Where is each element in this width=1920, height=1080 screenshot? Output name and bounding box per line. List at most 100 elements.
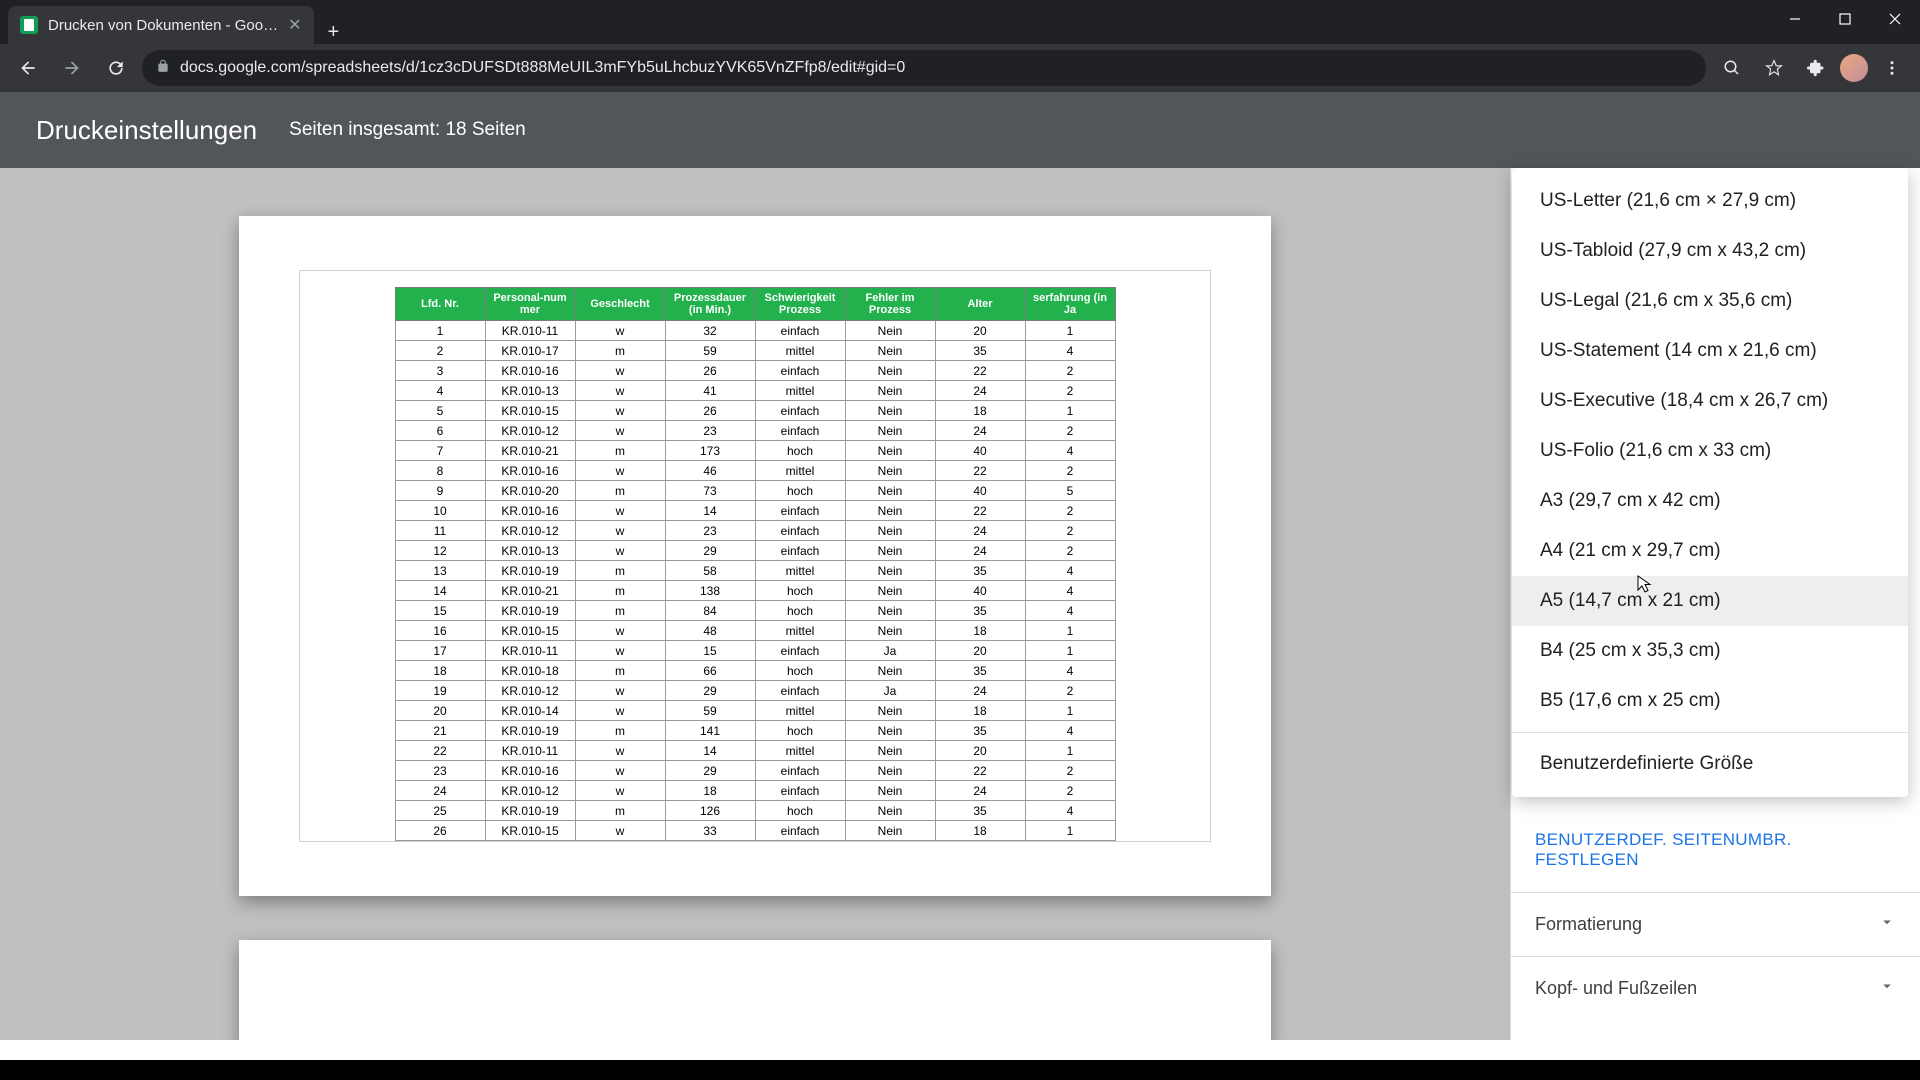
- table-cell: 29: [665, 541, 755, 561]
- table-cell: 24: [935, 381, 1025, 401]
- formatting-section[interactable]: Formatierung: [1511, 892, 1920, 956]
- table-cell: Nein: [845, 561, 935, 581]
- table-cell: KR.010-19: [485, 801, 575, 821]
- table-cell: 2: [1025, 781, 1115, 801]
- table-cell: 24: [395, 781, 485, 801]
- table-cell: Nein: [845, 661, 935, 681]
- table-cell: 19: [395, 681, 485, 701]
- table-cell: KR.010-18: [485, 661, 575, 681]
- table-cell: Nein: [845, 461, 935, 481]
- paper-size-option[interactable]: US-Folio (21,6 cm x 33 cm): [1512, 426, 1908, 476]
- table-cell: 1: [395, 321, 485, 341]
- table-cell: Ja: [845, 681, 935, 701]
- paper-size-option[interactable]: B4 (25 cm x 35,3 cm): [1512, 626, 1908, 676]
- table-cell: Nein: [845, 721, 935, 741]
- table-cell: 7: [395, 441, 485, 461]
- paper-size-option[interactable]: US-Tabloid (27,9 cm x 43,2 cm): [1512, 226, 1908, 276]
- custom-size-option[interactable]: Benutzerdefinierte Größe: [1512, 739, 1908, 789]
- table-cell: 73: [665, 481, 755, 501]
- table-cell: hoch: [755, 441, 845, 461]
- table-cell: 46: [665, 461, 755, 481]
- browser-tab[interactable]: Drucken von Dokumenten - Goo… ✕: [8, 6, 314, 44]
- print-preview-area: Lfd. Nr.Personal-num merGeschlechtProzes…: [0, 168, 1510, 1040]
- table-cell: 126: [665, 801, 755, 821]
- table-cell: 33: [665, 821, 755, 841]
- table-cell: 4: [1025, 581, 1115, 601]
- header-footer-section[interactable]: Kopf- und Fußzeilen: [1511, 956, 1920, 1020]
- window-minimize-button[interactable]: [1770, 0, 1820, 38]
- profile-avatar[interactable]: [1840, 54, 1868, 82]
- table-cell: 16: [395, 621, 485, 641]
- table-cell: w: [575, 401, 665, 421]
- table-cell: Nein: [845, 701, 935, 721]
- table-cell: KR.010-21: [485, 581, 575, 601]
- table-cell: 24: [935, 541, 1025, 561]
- new-tab-button[interactable]: +: [314, 21, 354, 44]
- paper-size-option[interactable]: US-Letter (21,6 cm × 27,9 cm): [1512, 176, 1908, 226]
- paper-size-option[interactable]: A5 (14,7 cm x 21 cm): [1512, 576, 1908, 626]
- tab-close-icon[interactable]: ✕: [288, 15, 301, 35]
- table-cell: KR.010-12: [485, 421, 575, 441]
- table-row: 13KR.010-19m58mittelNein354: [395, 561, 1115, 581]
- bookmark-icon[interactable]: [1756, 50, 1792, 86]
- table-cell: Nein: [845, 741, 935, 761]
- table-cell: 32: [665, 321, 755, 341]
- paper-size-option[interactable]: A4 (21 cm x 29,7 cm): [1512, 526, 1908, 576]
- print-settings-header: Druckeinstellungen Seiten insgesamt: 18 …: [0, 92, 1920, 168]
- paper-size-dropdown: US-Letter (21,6 cm × 27,9 cm)US-Tabloid …: [1512, 168, 1908, 797]
- table-cell: KR.010-15: [485, 621, 575, 641]
- table-cell: w: [575, 421, 665, 441]
- table-cell: 4: [1025, 721, 1115, 741]
- paper-size-option[interactable]: A3 (29,7 cm x 42 cm): [1512, 476, 1908, 526]
- page-title: Druckeinstellungen: [36, 115, 257, 146]
- table-cell: 20: [395, 701, 485, 721]
- table-cell: 1: [1025, 741, 1115, 761]
- table-cell: 20: [935, 641, 1025, 661]
- table-cell: 11: [395, 521, 485, 541]
- nav-forward-button[interactable]: [54, 50, 90, 86]
- table-row: 25KR.010-19m126hochNein354: [395, 801, 1115, 821]
- table-cell: KR.010-19: [485, 721, 575, 741]
- table-cell: KR.010-15: [485, 821, 575, 841]
- table-cell: 15: [395, 601, 485, 621]
- table-cell: 10: [395, 501, 485, 521]
- dropdown-divider: [1512, 732, 1908, 733]
- paper-size-option[interactable]: US-Executive (18,4 cm x 26,7 cm): [1512, 376, 1908, 426]
- paper-size-option[interactable]: B5 (17,6 cm x 25 cm): [1512, 676, 1908, 726]
- zoom-icon[interactable]: [1714, 50, 1750, 86]
- window-close-button[interactable]: [1870, 0, 1920, 38]
- table-cell: KR.010-13: [485, 381, 575, 401]
- paper-size-option[interactable]: US-Legal (21,6 cm x 35,6 cm): [1512, 276, 1908, 326]
- table-cell: Nein: [845, 601, 935, 621]
- table-header: serfahrung (in Ja: [1025, 288, 1115, 321]
- table-cell: Nein: [845, 341, 935, 361]
- table-cell: 3: [395, 361, 485, 381]
- paper-size-option[interactable]: US-Statement (14 cm x 21,6 cm): [1512, 326, 1908, 376]
- table-cell: 18: [395, 661, 485, 681]
- nav-back-button[interactable]: [10, 50, 46, 86]
- table-cell: Ja: [845, 641, 935, 661]
- preview-page-1: Lfd. Nr.Personal-num merGeschlechtProzes…: [239, 216, 1271, 896]
- table-cell: 58: [665, 561, 755, 581]
- nav-reload-button[interactable]: [98, 50, 134, 86]
- table-header: Schwierigkeit Prozess: [755, 288, 845, 321]
- table-row: 17KR.010-11w15einfachJa201: [395, 641, 1115, 661]
- url-bar[interactable]: docs.google.com/spreadsheets/d/1cz3cDUFS…: [142, 50, 1706, 86]
- table-cell: hoch: [755, 581, 845, 601]
- table-cell: KR.010-19: [485, 561, 575, 581]
- table-cell: Nein: [845, 361, 935, 381]
- browser-menu-icon[interactable]: [1874, 50, 1910, 86]
- table-header: Alter: [935, 288, 1025, 321]
- table-cell: m: [575, 601, 665, 621]
- table-cell: w: [575, 461, 665, 481]
- table-header: Personal-num mer: [485, 288, 575, 321]
- custom-page-breaks-link[interactable]: BENUTZERDEF. SEITENUMBR. FESTLEGEN: [1511, 808, 1920, 892]
- table-header: Fehler im Prozess: [845, 288, 935, 321]
- table-cell: Nein: [845, 781, 935, 801]
- window-maximize-button[interactable]: [1820, 0, 1870, 38]
- table-row: 8KR.010-16w46mittelNein222: [395, 461, 1115, 481]
- table-cell: w: [575, 541, 665, 561]
- lock-icon: [156, 59, 170, 78]
- table-cell: KR.010-11: [485, 741, 575, 761]
- extensions-icon[interactable]: [1798, 50, 1834, 86]
